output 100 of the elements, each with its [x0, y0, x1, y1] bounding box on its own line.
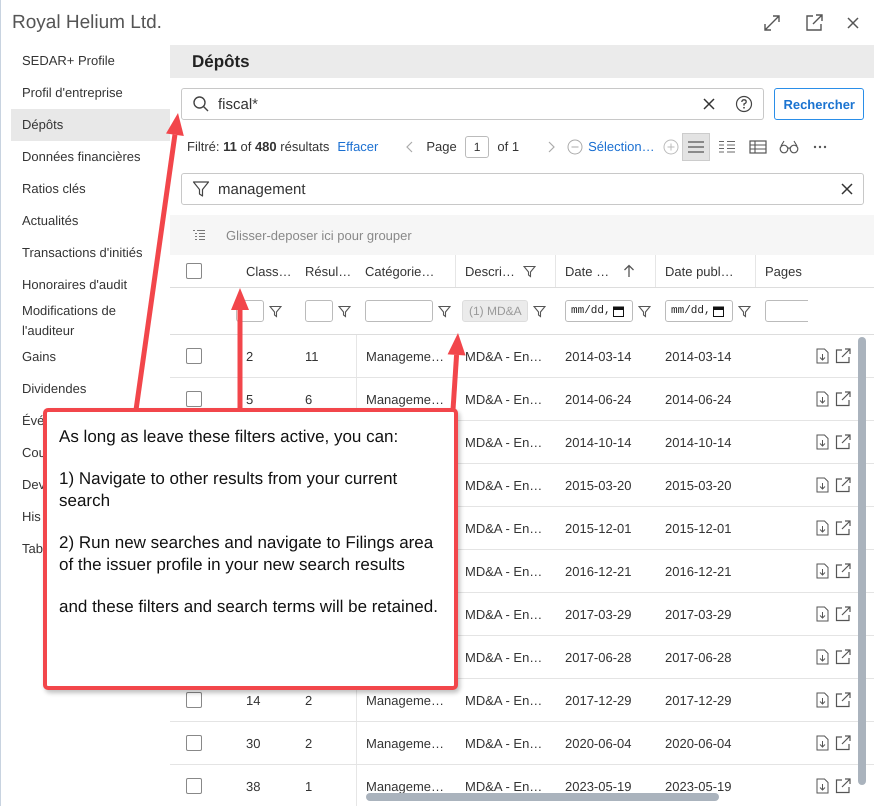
clear-icon[interactable] [841, 183, 853, 195]
date-filter-field[interactable]: mm/dd, [565, 300, 633, 322]
document-download-icon[interactable] [816, 434, 829, 450]
table-cell: Manageme… [366, 348, 444, 364]
columns-list-icon [718, 140, 736, 154]
results-summary: Filtré: 11 of 480 résultats [187, 139, 330, 154]
column-filter-field[interactable] [365, 300, 433, 322]
document-download-icon[interactable] [816, 391, 829, 407]
sidebar-item[interactable]: Transactions d'initiés [11, 237, 170, 269]
column-filter-field[interactable] [765, 300, 808, 322]
more-icon [812, 144, 827, 148]
select-all-checkbox[interactable] [186, 263, 202, 279]
expand-icon[interactable] [762, 12, 782, 32]
external-link-icon[interactable] [835, 692, 851, 708]
column-header[interactable]: Résul… [305, 264, 352, 278]
column-header[interactable]: Class… [246, 264, 292, 278]
sidebar-item[interactable]: Actualités [11, 205, 170, 237]
row-checkbox[interactable] [186, 735, 202, 751]
clear-icon[interactable] [703, 98, 716, 110]
filter-icon[interactable] [522, 264, 536, 278]
document-download-icon[interactable] [816, 692, 829, 708]
sidebar-item[interactable]: SEDAR+ Profile [11, 45, 170, 77]
sidebar-item[interactable]: Données financières [11, 141, 170, 173]
external-link-icon[interactable] [835, 348, 851, 364]
document-download-icon[interactable] [816, 520, 829, 536]
column-header[interactable]: Pages [765, 264, 802, 278]
selection-link[interactable]: Sélection… [588, 139, 655, 154]
document-download-icon[interactable] [816, 477, 829, 493]
document-download-icon[interactable] [816, 563, 829, 579]
table-cell: 2020-06-04 [665, 736, 732, 750]
table-icon [748, 140, 767, 154]
table-cell: 2014-06-24 [665, 392, 732, 406]
sidebar-item[interactable]: Dividendes [11, 373, 170, 405]
help-icon[interactable] [735, 95, 754, 113]
table-cell: 2 [305, 736, 312, 750]
sidebar-item[interactable]: Ratios clés [11, 173, 170, 205]
sidebar-item[interactable]: Profil d'entreprise [11, 77, 170, 109]
row-checkbox[interactable] [186, 391, 202, 407]
document-download-icon[interactable] [816, 649, 829, 665]
external-link-icon[interactable] [835, 649, 851, 665]
sidebar-item[interactable]: Modifications de l'auditeur [11, 301, 170, 341]
table-cell: 2015-03-20 [565, 478, 632, 492]
column-filter-field[interactable] [305, 300, 333, 322]
row-checkbox[interactable] [186, 692, 202, 708]
table-cell: 2 [246, 348, 254, 364]
horizontal-scrollbar[interactable] [366, 793, 719, 801]
table-cell: 2017-03-29 [565, 606, 632, 622]
external-link-icon[interactable] [835, 606, 851, 622]
callout-text: As long as leave these filters active, you can: [59, 426, 400, 448]
callout-text: 2) Run new searches and navigate to Filings area of the issuer profile in your new search results [59, 532, 434, 576]
column-header[interactable]: Catégorie… [365, 264, 434, 278]
table-cell: 6 [305, 392, 312, 406]
column-header[interactable]: Date … [565, 264, 610, 278]
search-field[interactable]: fiscal* [181, 88, 764, 120]
sidebar-item[interactable]: Honoraires d'audit [11, 269, 170, 301]
filter-icon[interactable] [638, 304, 651, 318]
calendar-icon[interactable] [712, 306, 724, 316]
column-header[interactable]: Date publ… [665, 264, 734, 278]
table-cell: 2014-10-14 [565, 434, 632, 450]
search-button[interactable]: Rechercher [774, 88, 864, 120]
date-filter-field[interactable]: mm/dd, [665, 300, 733, 322]
column-header[interactable]: Descri… [465, 264, 515, 278]
external-link-icon[interactable] [835, 563, 851, 579]
callout-text: 1) Navigate to other results from your current search [59, 468, 398, 512]
external-link-icon[interactable] [835, 391, 851, 407]
filter-icon[interactable] [269, 304, 282, 318]
table-cell: MD&A - En… [465, 650, 542, 664]
document-download-icon[interactable] [816, 606, 829, 622]
table-cell: 2015-12-01 [665, 520, 732, 536]
close-icon[interactable] [846, 16, 860, 30]
filter-icon[interactable] [438, 304, 451, 318]
document-download-icon[interactable] [816, 735, 829, 751]
table-cell: 1 [305, 778, 312, 794]
sidebar-item[interactable]: Dépôts [11, 109, 170, 141]
document-download-icon[interactable] [816, 348, 829, 364]
filter-icon[interactable] [338, 304, 351, 318]
page-label: Page [426, 139, 457, 154]
filter-icon[interactable] [533, 304, 546, 318]
sort-arrow-icon[interactable] [623, 264, 636, 278]
page-input[interactable]: 1 [464, 136, 490, 158]
table-cell: MD&A - En… [465, 692, 542, 708]
list-view-button[interactable] [682, 132, 710, 160]
row-checkbox[interactable] [186, 348, 202, 364]
calendar-icon[interactable] [612, 306, 624, 316]
external-link-icon[interactable] [835, 434, 851, 450]
external-link-icon[interactable] [835, 520, 851, 536]
table-cell: 2016-12-21 [665, 564, 732, 578]
external-link-icon[interactable] [804, 12, 824, 32]
sidebar-item[interactable]: Gains [11, 341, 170, 373]
table-cell: 2015-03-20 [665, 478, 732, 492]
external-link-icon[interactable] [835, 778, 851, 794]
table-cell: 5 [246, 392, 254, 406]
clear-link[interactable]: Effacer [337, 139, 378, 154]
external-link-icon[interactable] [835, 735, 851, 751]
filter-field[interactable]: management [181, 173, 864, 205]
external-link-icon[interactable] [835, 477, 851, 493]
row-checkbox[interactable] [186, 778, 202, 794]
document-download-icon[interactable] [816, 778, 829, 794]
filter-icon[interactable] [738, 304, 751, 318]
vertical-scrollbar[interactable] [858, 337, 866, 785]
